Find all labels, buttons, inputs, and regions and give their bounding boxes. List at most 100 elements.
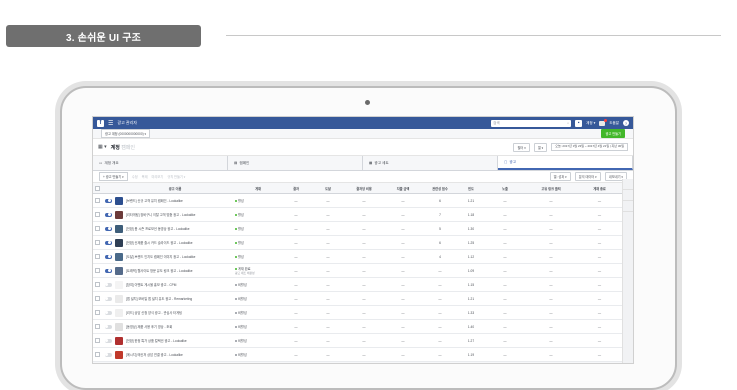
- toggle-switch[interactable]: [104, 268, 112, 273]
- create-rule-button[interactable]: 규칙 만들기 ▾: [167, 174, 185, 179]
- table-row[interactable]: [전환] 한정 특가 상품 컬렉션 광고 - Lookalike 비활성 — — — — —…: [93, 333, 622, 348]
- ad-name[interactable]: [앱 설치] 모바일 앱 설치 유도 광고 - Remarketing: [126, 296, 192, 301]
- table-row[interactable]: [메시지] 메신저 상담 연결 광고 - Lookalike 비활성 — — — — —1.…: [93, 347, 622, 362]
- create-ad-button[interactable]: 광고 만들기: [601, 129, 625, 138]
- row-toggle[interactable]: [101, 221, 115, 236]
- row-toggle[interactable]: [101, 193, 115, 208]
- help-icon[interactable]: ?: [623, 120, 629, 126]
- columns-performance-button[interactable]: 열: 성과 ▾: [549, 172, 571, 181]
- toggle-switch[interactable]: [104, 226, 112, 231]
- account-menu-button[interactable]: 계정 ▾: [586, 121, 595, 126]
- preview-button[interactable]: 미리보기: [152, 174, 164, 179]
- row-checkbox[interactable]: [93, 249, 101, 264]
- create-dropdown-button[interactable]: + 광고 만들기 ▾: [99, 172, 128, 181]
- table-row[interactable]: [앱 설치] 모바일 앱 설치 유도 광고 - Remarketing 비활성 — —…: [93, 291, 622, 306]
- ad-name[interactable]: [브랜드] 신규 고객 유치 캠페인 - Lookalike: [126, 198, 183, 203]
- table-row[interactable]: [전환] 봄 시즌 프로모션 동영상 광고 - Lookalike 활성 — — — —5…: [93, 221, 622, 236]
- table-row[interactable]: [동영상] 제품 사용 후기 영상 - 조회 비활성 — — — — —1.40— — —: [93, 319, 622, 334]
- column-header-clicks[interactable]: 고유 링크 클릭: [525, 183, 577, 194]
- notifications-icon[interactable]: [599, 118, 608, 126]
- toggle-switch[interactable]: [104, 212, 112, 217]
- tab-ad-sets[interactable]: ▦ 광고 세트: [363, 156, 498, 170]
- ad-name[interactable]: [참여] 이벤트 게시물 홍보 광고 - CPM: [126, 282, 176, 287]
- row-checkbox[interactable]: [93, 277, 101, 292]
- column-header-results[interactable]: 결과: [281, 183, 311, 194]
- date-range-picker[interactable]: 오늘: 2017년 3월 23일 ~ 2017년 4월 21일 | 지난 30일: [551, 143, 628, 151]
- ad-name[interactable]: [리드] 상담 신청 양식 광고 - 관심사 타게팅: [126, 310, 182, 315]
- row-toggle[interactable]: [101, 347, 115, 362]
- help-label[interactable]: 도움말: [609, 121, 619, 126]
- toggle-switch[interactable]: [104, 240, 112, 245]
- edit-button[interactable]: 수정: [132, 174, 138, 179]
- ad-name-cell[interactable]: [앱 설치] 모바일 앱 설치 유도 광고 - Remarketing: [115, 291, 235, 306]
- ad-name-cell[interactable]: [메시지] 메신저 상담 연결 광고 - Lookalike: [115, 347, 235, 362]
- row-checkbox[interactable]: [93, 291, 101, 306]
- column-header-impressions[interactable]: 노출: [485, 183, 525, 194]
- row-toggle[interactable]: [101, 235, 115, 250]
- row-checkbox[interactable]: [93, 263, 101, 278]
- side-panel-button[interactable]: [623, 201, 633, 212]
- tab-ads[interactable]: ▢ 광고: [498, 156, 633, 170]
- side-panel-button[interactable]: [623, 190, 633, 201]
- ad-name[interactable]: [전환] 한정 특가 상품 컬렉션 광고 - Lookalike: [126, 338, 187, 343]
- column-header-spend[interactable]: 지출 금액: [383, 183, 423, 194]
- table-row[interactable]: [도달] 브랜드 인지도 캠페인 이미지 광고 - Lookalike 활성 — — —…: [93, 249, 622, 264]
- tab-campaigns[interactable]: ▤ 캠페인: [228, 156, 363, 170]
- column-header-delivery[interactable]: 게재: [235, 183, 281, 194]
- toggle-switch[interactable]: [104, 310, 112, 315]
- filter-button[interactable]: 필터 ▾: [513, 142, 530, 152]
- toggle-switch[interactable]: [104, 198, 112, 203]
- facebook-logo-icon[interactable]: f: [97, 119, 104, 127]
- ad-name[interactable]: [트래픽] 웹사이트 방문 유도 링크 광고 - Lookalike: [126, 268, 193, 273]
- ad-name-cell[interactable]: [도달] 브랜드 인지도 캠페인 이미지 광고 - Lookalike: [115, 249, 235, 264]
- duplicate-button[interactable]: 복제: [142, 174, 148, 179]
- toggle-switch[interactable]: [104, 296, 112, 301]
- column-header-cost[interactable]: 결과당 비용: [345, 183, 383, 194]
- row-toggle[interactable]: [101, 319, 115, 334]
- ad-name-cell[interactable]: [리타게팅] 장바구니 이탈 고객 맞춤 광고 - Lookalike: [115, 207, 235, 222]
- row-toggle[interactable]: [101, 207, 115, 222]
- table-row[interactable]: [참여] 이벤트 게시물 홍보 광고 - CPM 비활성 — — — — —1.15— — —: [93, 277, 622, 292]
- hamburger-icon[interactable]: ☰: [108, 120, 113, 127]
- ad-name-cell[interactable]: [전환] 한정 특가 상품 컬렉션 광고 - Lookalike: [115, 333, 235, 348]
- grid-icon[interactable]: ▦ ▾: [98, 144, 107, 150]
- breakdown-button[interactable]: 분석 데이터 ▾: [574, 172, 601, 181]
- ad-name[interactable]: [전환] 신제품 출시 카드 슬라이드 광고 - Lookalike: [126, 240, 193, 245]
- column-header-ends[interactable]: 게재 종료: [577, 183, 622, 194]
- ad-name[interactable]: [리타게팅] 장바구니 이탈 고객 맞춤 광고 - Lookalike: [126, 212, 195, 217]
- column-header-ad-name[interactable]: 광고 이름: [115, 183, 235, 194]
- row-checkbox[interactable]: [93, 207, 101, 222]
- row-toggle[interactable]: [101, 291, 115, 306]
- select-all-checkbox[interactable]: [93, 183, 101, 194]
- row-toggle[interactable]: [101, 249, 115, 264]
- row-checkbox[interactable]: [93, 347, 101, 362]
- table-row[interactable]: [브랜드] 신규 고객 유치 캠페인 - Lookalike 활성 — — — —6 1.2…: [93, 193, 622, 208]
- ad-name-cell[interactable]: [동영상] 제품 사용 후기 영상 - 조회: [115, 319, 235, 334]
- column-header-reach[interactable]: 도달: [311, 183, 345, 194]
- column-header-frequency[interactable]: 빈도: [457, 183, 485, 194]
- account-selector[interactable]: 광고 계정 (0000000000000) ▾: [101, 129, 151, 138]
- row-checkbox[interactable]: [93, 193, 101, 208]
- row-checkbox[interactable]: [93, 333, 101, 348]
- toggle-switch[interactable]: [104, 324, 112, 329]
- ad-name-cell[interactable]: [리드] 상담 신청 양식 광고 - 관심사 타게팅: [115, 305, 235, 320]
- row-toggle[interactable]: [101, 263, 115, 278]
- side-panel-button[interactable]: [623, 179, 633, 190]
- columns-button[interactable]: 열 ▾: [533, 142, 548, 152]
- ad-name-cell[interactable]: [브랜드] 신규 고객 유치 캠페인 - Lookalike: [115, 193, 235, 208]
- profile-icon[interactable]: ▪: [575, 119, 583, 127]
- toggle-switch[interactable]: [104, 254, 112, 259]
- row-checkbox[interactable]: [93, 305, 101, 320]
- toggle-switch[interactable]: [104, 282, 112, 287]
- ad-name[interactable]: [메시지] 메신저 상담 연결 광고 - Lookalike: [126, 352, 183, 357]
- ad-name-cell[interactable]: [참여] 이벤트 게시물 홍보 광고 - CPM: [115, 277, 235, 292]
- row-checkbox[interactable]: [93, 221, 101, 236]
- row-toggle[interactable]: [101, 277, 115, 292]
- row-toggle[interactable]: [101, 333, 115, 348]
- toggle-switch[interactable]: [104, 352, 112, 357]
- table-row[interactable]: [전환] 신제품 출시 카드 슬라이드 광고 - Lookalike 활성 — — — —…: [93, 235, 622, 250]
- column-header-relevance[interactable]: 관련성 점수: [423, 183, 457, 194]
- ad-name[interactable]: [전환] 봄 시즌 프로모션 동영상 광고 - Lookalike: [126, 226, 190, 231]
- ad-name[interactable]: [동영상] 제품 사용 후기 영상 - 조회: [126, 324, 172, 329]
- ad-name-cell[interactable]: [트래픽] 웹사이트 방문 유도 링크 광고 - Lookalike: [115, 263, 235, 278]
